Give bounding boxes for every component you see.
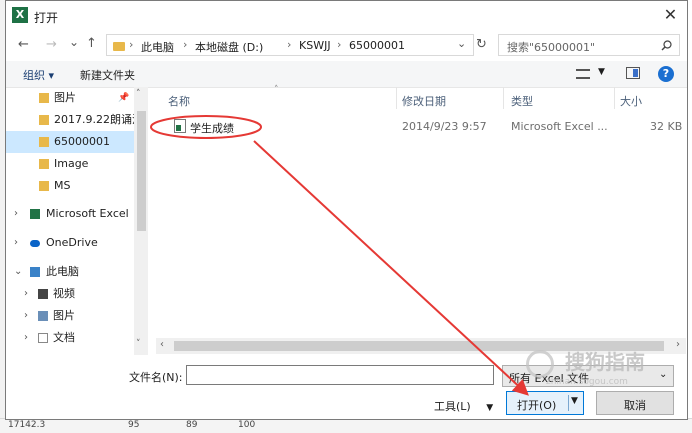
bg-cell: 95: [128, 420, 140, 430]
bg-cell: 100: [238, 420, 256, 430]
annotation-overlay: [150, 115, 529, 396]
highlight-ellipse: [150, 115, 262, 139]
bg-cell: 89: [186, 420, 198, 430]
open-file-dialog: X 打开 ✕ ← → ⌄ ↑ › 此电脑 › 本地磁盘 (D:) › KSWJJ…: [5, 0, 688, 420]
background-sheet-row: 17142.3 95 89 100: [0, 418, 692, 433]
annotation-arrow: [253, 140, 529, 396]
bg-cell: 17142.3: [8, 420, 46, 430]
